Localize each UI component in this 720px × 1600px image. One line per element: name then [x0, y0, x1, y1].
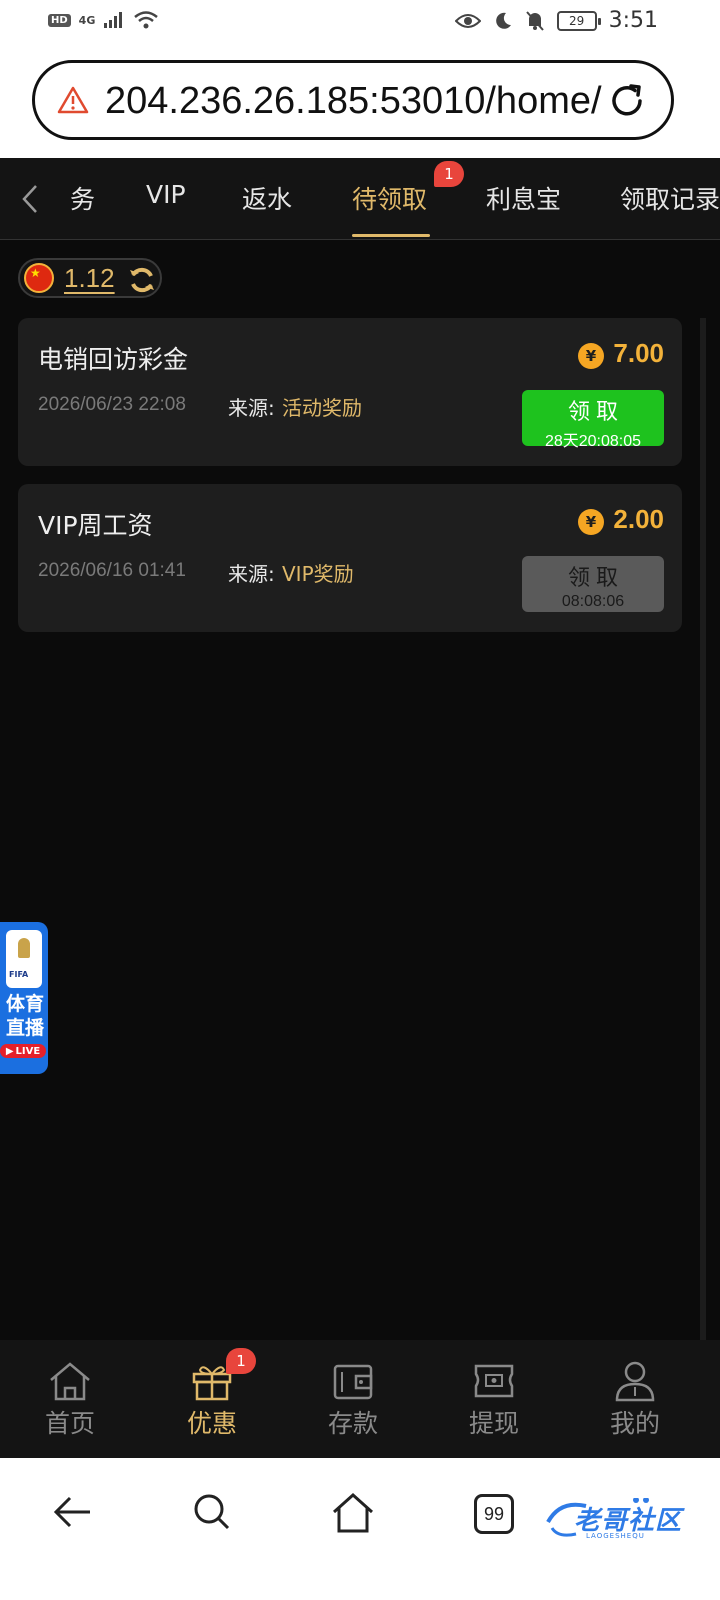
reward-title: 电销回访彩金	[38, 345, 189, 374]
live-label: LIVE	[15, 1045, 41, 1057]
nav-deposit[interactable]: 存款	[303, 1360, 403, 1440]
claim-button-disabled[interactable]: 领取 08:08:06	[522, 556, 664, 612]
user-icon	[615, 1361, 655, 1402]
nav-profile-label: 我的	[609, 1409, 660, 1438]
scrollbar[interactable]	[700, 318, 706, 1340]
watermark-subtext: LAOGESHEQU	[586, 1532, 645, 1540]
claim-countdown: 28天20:08:05	[544, 433, 642, 450]
reward-date: 2026/06/16 01:41	[38, 560, 186, 581]
live-widget-line2: 直播	[5, 1017, 44, 1039]
nav-promotions-label: 优惠	[186, 1409, 237, 1438]
claim-button-label: 领取	[567, 566, 624, 591]
reward-amount: 2.00	[613, 504, 664, 534]
claim-countdown: 08:08:06	[561, 593, 625, 610]
wallet-icon	[333, 1364, 373, 1400]
live-badge: ▶ LIVE	[0, 1044, 46, 1058]
bottom-navigation: 首页 优惠 存款 提现 我的	[0, 1340, 720, 1458]
system-navigation: 99 老哥社区 LAOGESHEQU	[0, 1458, 720, 1600]
chevron-left-icon[interactable]	[18, 182, 42, 216]
withdraw-icon	[474, 1364, 514, 1398]
promotions-badge: 1	[226, 1348, 256, 1374]
status-left: HD 4G	[48, 10, 159, 30]
back-arrow-icon[interactable]	[50, 1490, 94, 1534]
url-text[interactable]: 204.236.26.185:53010/home/	[105, 80, 615, 123]
fifa-label: FIFA	[9, 970, 29, 979]
home-icon	[50, 1362, 90, 1401]
network-label: 4G	[78, 13, 96, 27]
tab-notification-badge: 1	[434, 161, 464, 187]
balance-value: 1.12	[64, 263, 115, 293]
nav-profile[interactable]: 我的	[585, 1360, 685, 1440]
reward-card: VIP周工资 2026/06/16 01:41 来源: VIP奖励 ¥ 2.00…	[18, 484, 682, 632]
wifi-icon	[134, 11, 159, 29]
tab-vip[interactable]: VIP	[146, 180, 186, 209]
status-bar: HD 4G 29 3:51	[0, 0, 720, 46]
claim-button[interactable]: 领取 28天20:08:05	[522, 390, 664, 450]
browser-toolbar: 204.236.26.185:53010/home/	[0, 46, 720, 158]
home-button-icon[interactable]	[330, 1490, 376, 1536]
search-icon[interactable]	[190, 1490, 234, 1534]
reward-card: 电销回访彩金 2026/06/23 22:08 来源: 活动奖励 ¥ 7.00 …	[18, 318, 682, 466]
eye-icon	[454, 13, 481, 28]
watermark-logo: 老哥社区 LAOGESHEQU	[546, 1498, 696, 1540]
reward-amount: 7.00	[613, 338, 664, 368]
tab-switcher-button[interactable]: 99	[474, 1494, 514, 1534]
tab-interest[interactable]: 利息宝	[486, 180, 561, 216]
nav-withdraw[interactable]: 提现	[444, 1360, 544, 1440]
balance-pill: 1.12	[18, 258, 162, 298]
source-label: 来源:	[228, 396, 275, 420]
trophy-cup	[18, 938, 30, 958]
bell-muted-icon	[525, 10, 544, 31]
warning-icon[interactable]	[57, 85, 89, 115]
status-right: 29 3:51	[454, 8, 658, 33]
claim-button-label: 领取	[567, 400, 624, 425]
reward-title: VIP周工资	[38, 511, 153, 540]
nav-deposit-label: 存款	[327, 1409, 378, 1438]
coin-icon: ¥	[578, 343, 604, 369]
nav-home[interactable]: 首页	[20, 1360, 120, 1440]
active-tab-indicator	[352, 234, 430, 237]
refresh-icon[interactable]	[126, 264, 158, 296]
tab-task[interactable]: 务	[70, 180, 95, 216]
signal-icon	[104, 12, 123, 28]
reward-date: 2026/06/23 22:08	[38, 394, 186, 415]
source-label: 来源:	[228, 562, 275, 586]
nav-home-label: 首页	[44, 1409, 95, 1438]
source-value: VIP奖励	[282, 562, 354, 586]
address-bar[interactable]: 204.236.26.185:53010/home/	[32, 60, 674, 140]
tab-claim-records[interactable]: 领取记录	[620, 180, 720, 216]
world-cup-trophy-icon: FIFA	[6, 930, 42, 988]
live-widget-line1: 体育	[5, 993, 44, 1015]
tab-pending-claim[interactable]: 待领取	[352, 180, 427, 216]
nav-withdraw-label: 提现	[468, 1409, 519, 1438]
category-tab-bar: 务 VIP 返水 待领取 利息宝 领取记录	[0, 158, 720, 240]
source-value: 活动奖励	[282, 396, 362, 420]
moon-icon	[495, 12, 511, 29]
coin-icon: ¥	[578, 509, 604, 535]
battery-indicator: 29	[556, 10, 601, 31]
sports-live-widget[interactable]: FIFA 体育 直播 ▶ LIVE	[0, 922, 48, 1074]
reload-icon[interactable]	[607, 81, 647, 121]
tab-rebate[interactable]: 返水	[242, 180, 292, 216]
clock: 3:51	[608, 8, 658, 33]
hd-badge: HD	[48, 13, 71, 27]
live-widget-text: 体育 直播	[2, 992, 48, 1040]
china-flag-icon	[24, 263, 54, 293]
